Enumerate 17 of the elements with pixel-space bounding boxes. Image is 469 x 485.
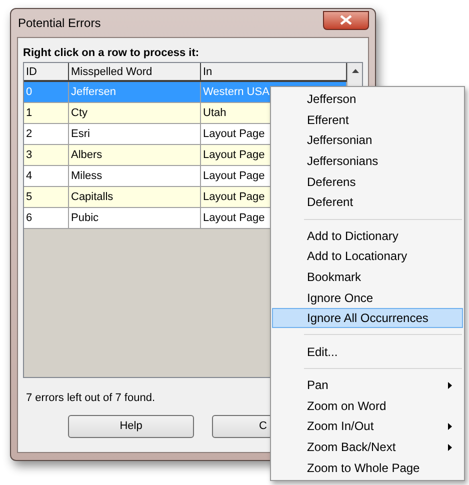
table-cell: 6: [24, 208, 69, 228]
table-cell: Albers: [69, 145, 201, 165]
table-cell: Jeffersen: [69, 82, 201, 102]
table-cell: 2: [24, 124, 69, 144]
table-cell: 4: [24, 166, 69, 186]
table-cell: Cty: [69, 103, 201, 123]
window-title: Potential Errors: [18, 15, 101, 32]
table-cell: 0: [24, 82, 69, 102]
table-cell: Pubic: [69, 208, 201, 228]
status-text: 7 errors left out of 7 found.: [26, 391, 156, 405]
table-cell: Miless: [69, 166, 201, 186]
table-cell: Esri: [69, 124, 201, 144]
instruction-text: Right click on a row to process it:: [23, 46, 200, 60]
table-cell: 3: [24, 145, 69, 165]
table-cell: 5: [24, 187, 69, 207]
table-cell: 1: [24, 103, 69, 123]
table-cell: Capitalls: [69, 187, 201, 207]
